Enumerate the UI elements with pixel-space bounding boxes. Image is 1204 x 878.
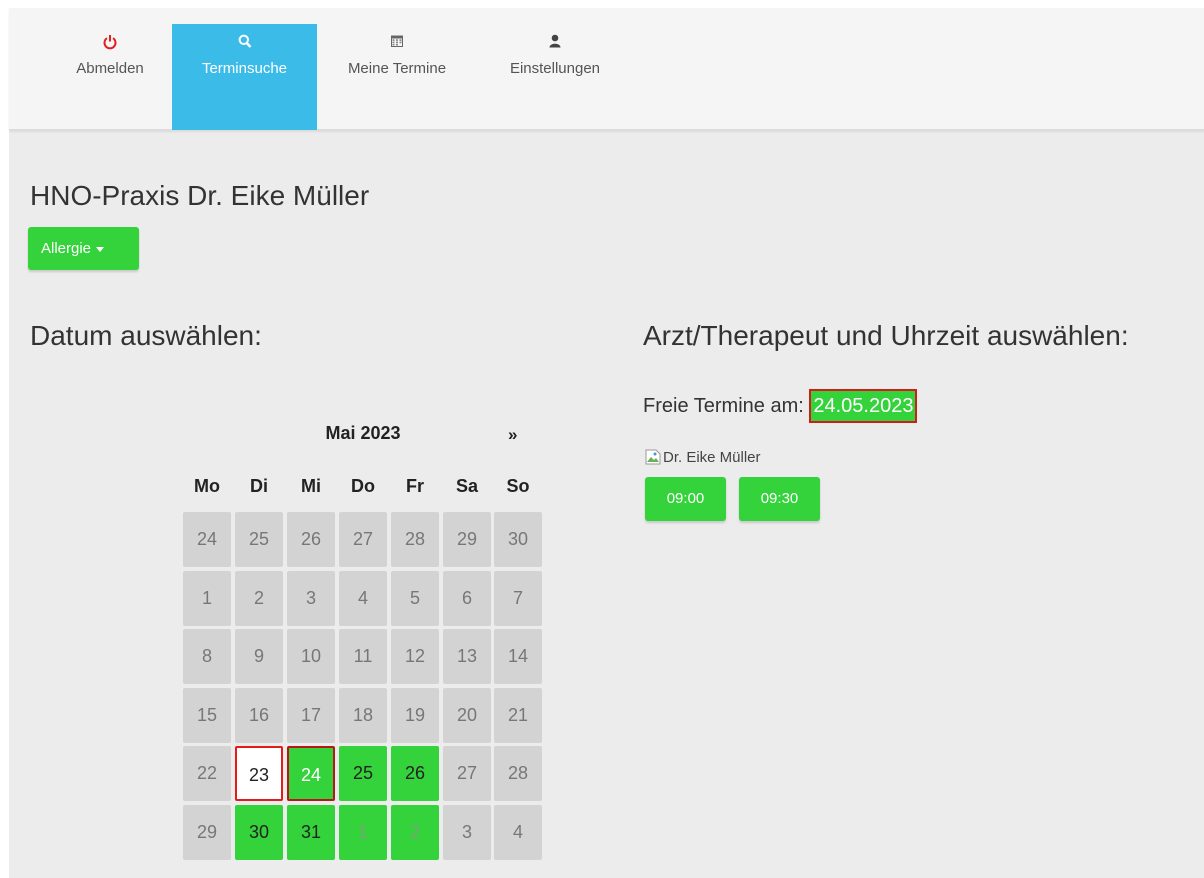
calendar-day: 13 [443,629,491,684]
calendar-day[interactable]: 24 [287,746,335,801]
calendar-day[interactable]: 30 [235,805,283,860]
free-appointments-line: Freie Termine am: 24.05.2023 [643,389,918,423]
calendar-day: 30 [494,512,542,567]
calendar-day: 29 [443,512,491,567]
time-slot-button[interactable]: 09:00 [645,477,726,521]
calendar-day: 29 [183,805,231,860]
calendar-day: 5 [391,571,439,626]
navbar: Abmelden Terminsuche Meine Termine Einst… [9,8,1204,130]
weekday-header: Fr [406,476,424,496]
selected-date-badge: 24.05.2023 [809,389,918,423]
weekday-header: Mo [194,476,220,496]
calendar-day: 26 [287,512,335,567]
category-dropdown-label: Allergie [41,240,92,257]
caret-down-icon [96,246,105,252]
weekday-header: Mi [301,476,321,496]
nav-terminsuche[interactable]: Terminsuche [172,24,317,130]
calendar-day: 9 [235,629,283,684]
calendar-day: 18 [339,688,387,743]
nav-einstellungen[interactable]: Einstellungen [487,24,623,130]
calendar-day: 11 [339,629,387,684]
appointment-section-heading: Arzt/Therapeut und Uhrzeit auswählen: [643,320,1129,351]
calendar-day: 3 [443,805,491,860]
calendar-day[interactable]: 31 [287,805,335,860]
nav-terminsuche-label: Terminsuche [201,60,288,77]
top-strip [9,0,1204,8]
calendar-day: 3 [287,571,335,626]
calendar-day: 24 [183,512,231,567]
weekday-header: Di [250,476,268,496]
calendar-day: 21 [494,688,542,743]
weekday-header: So [506,476,530,496]
calendar-day: 7 [494,571,542,626]
user-icon [487,34,623,54]
calendar-day: 27 [339,512,387,567]
search-icon [172,34,317,54]
calendar-day: 23 [235,746,283,801]
category-dropdown-button[interactable]: Allergie [28,227,139,270]
page-title: HNO-Praxis Dr. Eike Müller [30,180,370,211]
calendar-day: 6 [443,571,491,626]
calendar-day: 14 [494,629,542,684]
weekday-header: Sa [455,476,479,496]
weekday-header: Do [351,476,375,496]
nav-abmelden[interactable]: Abmelden [62,24,158,130]
calendar-day[interactable]: 26 [391,746,439,801]
doctor-row: Dr. Eike Müller [645,449,761,466]
calendar-day: 8 [183,629,231,684]
nav-meine-termine[interactable]: Meine Termine [327,24,467,130]
date-section-heading: Datum auswählen: [30,320,262,351]
calendar-day: 4 [494,805,542,860]
calendar-day: 16 [235,688,283,743]
calendar-day: 1 [183,571,231,626]
calendar-day: 19 [391,688,439,743]
calendar-day: 17 [287,688,335,743]
nav-einstellungen-label: Einstellungen [509,60,601,77]
nav-meine-termine-label: Meine Termine [347,60,447,77]
nav-abmelden-label: Abmelden [76,60,144,77]
calendar-day[interactable]: 2 [391,805,439,860]
doctor-name: Dr. Eike Müller [663,449,761,466]
calendar-next-button[interactable]: » [508,425,517,445]
calendar-day: 28 [391,512,439,567]
calendar-day: 10 [287,629,335,684]
calendar-day: 4 [339,571,387,626]
calendar-day: 22 [183,746,231,801]
calendar-day: 12 [391,629,439,684]
calendar-month-title: Mai 2023 [325,423,401,443]
calendar-day: 20 [443,688,491,743]
calendar-day: 25 [235,512,283,567]
calendar-day: 28 [494,746,542,801]
calendar-day: 15 [183,688,231,743]
time-slot-button[interactable]: 09:30 [739,477,820,521]
left-edge [0,0,9,878]
free-appointments-label: Freie Termine am: [643,395,804,417]
calendar-icon [327,34,467,54]
calendar-day: 27 [443,746,491,801]
broken-image-icon [645,449,661,465]
power-icon [62,34,158,54]
calendar-day[interactable]: 1 [339,805,387,860]
calendar-day: 2 [235,571,283,626]
calendar-day[interactable]: 25 [339,746,387,801]
